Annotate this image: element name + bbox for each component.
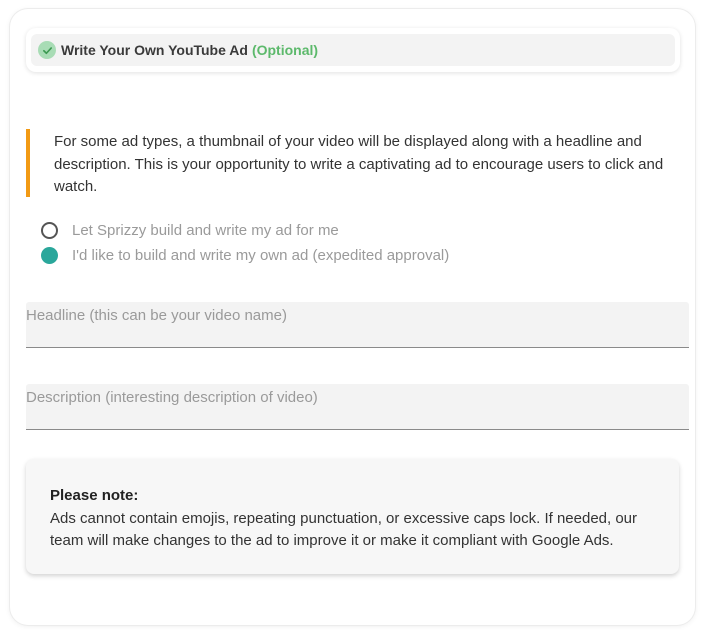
step-header-bar[interactable]: Write Your Own YouTube Ad (Optional) [31,34,675,66]
step-header[interactable]: Write Your Own YouTube Ad (Optional) [26,28,680,72]
option-label: Let Sprizzy build and write my ad for me [72,222,339,239]
headline-field[interactable]: Headline (this can be your video name) [26,302,689,348]
headline-label: Headline (this can be your video name) [26,307,287,324]
radio-selected[interactable] [41,247,58,264]
option-build-own[interactable]: I'd like to build and write my own ad (e… [41,247,449,264]
note-title: Please note: [50,487,139,504]
description-field[interactable]: Description (interesting description of … [26,384,689,430]
note-box: Please note: Ads cannot contain emojis, … [26,459,679,574]
callout-text: For some ad types, a thumbnail of your v… [54,133,664,195]
option-label: I'd like to build and write my own ad (e… [72,247,450,264]
description-label: Description (interesting description of … [26,389,318,406]
check-circle-icon [38,41,56,59]
option-sprizzy-builds[interactable]: Let Sprizzy build and write my ad for me [41,222,339,239]
step-title: Write Your Own YouTube Ad [61,42,248,58]
info-callout: For some ad types, a thumbnail of your v… [26,129,676,197]
note-text: Ads cannot contain emojis, repeating pun… [50,509,638,550]
step-optional-tag: (Optional) [251,42,319,58]
radio-unselected[interactable] [41,222,58,239]
